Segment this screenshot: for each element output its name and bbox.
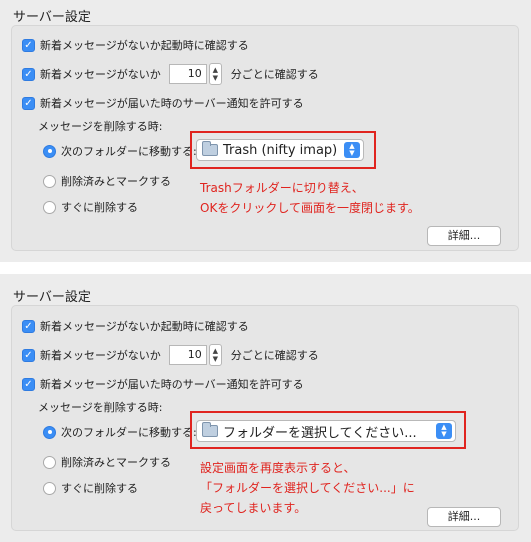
delete-heading: メッセージを削除する時: bbox=[38, 120, 163, 133]
radio-selected-icon[interactable] bbox=[43, 144, 56, 158]
radio-mark-label: 削除済みとマークする bbox=[61, 456, 171, 469]
panel-title: サーバー設定 bbox=[13, 10, 91, 25]
radio-move-row[interactable]: 次のフォルダーに移動する: bbox=[43, 143, 197, 159]
checkbox-checked-icon[interactable]: ✓ bbox=[22, 67, 35, 81]
radio-mark-row[interactable]: 削除済みとマークする bbox=[43, 454, 171, 470]
radio-unselected-icon[interactable] bbox=[43, 455, 56, 469]
notify-row[interactable]: ✓ 新着メッセージが届いた時のサーバー通知を許可する bbox=[22, 95, 304, 111]
radio-move-row[interactable]: 次のフォルダーに移動する: bbox=[43, 424, 197, 440]
highlight-box bbox=[190, 411, 466, 449]
radio-mark-row[interactable]: 削除済みとマークする bbox=[43, 173, 171, 189]
interval-minutes-input[interactable]: 10 bbox=[168, 64, 207, 84]
radio-mark-label: 削除済みとマークする bbox=[61, 175, 171, 188]
check-interval-suffix: 分ごとに確認する bbox=[230, 68, 319, 81]
interval-stepper[interactable]: ▲ ▼ bbox=[208, 344, 222, 366]
stepper-down-icon[interactable]: ▼ bbox=[213, 74, 218, 82]
note-line: OKをクリックして画面を一度閉じます。 bbox=[200, 201, 420, 215]
radio-selected-icon[interactable] bbox=[43, 425, 56, 439]
check-interval-row: ✓ 新着メッセージがないか 10 ▲ ▼ 分ごとに確認する bbox=[22, 63, 319, 85]
separator bbox=[0, 262, 531, 274]
radio-move-label: 次のフォルダーに移動する: bbox=[61, 426, 197, 439]
radio-delete-label: すぐに削除する bbox=[61, 201, 138, 214]
note-line: Trashフォルダーに切り替え、 bbox=[200, 181, 364, 195]
check-interval-prefix: 新着メッセージがないか bbox=[40, 68, 161, 81]
checkbox-checked-icon[interactable]: ✓ bbox=[22, 96, 35, 110]
highlight-box bbox=[190, 131, 376, 169]
check-startup-label: 新着メッセージがないか起動時に確認する bbox=[40, 320, 249, 333]
checkbox-checked-icon[interactable]: ✓ bbox=[22, 38, 35, 52]
interval-stepper[interactable]: ▲ ▼ bbox=[208, 63, 222, 85]
note-line: 戻ってしまいます。 bbox=[200, 501, 307, 515]
radio-move-label: 次のフォルダーに移動する: bbox=[61, 145, 197, 158]
annotation-note: Trashフォルダーに切り替え、 OKをクリックして画面を一度閉じます。 bbox=[200, 178, 420, 218]
check-interval-prefix: 新着メッセージがないか bbox=[40, 349, 161, 362]
notify-row[interactable]: ✓ 新着メッセージが届いた時のサーバー通知を許可する bbox=[22, 376, 304, 392]
note-line: 「フォルダーを選択してください...」に bbox=[200, 481, 415, 495]
check-startup-label: 新着メッセージがないか起動時に確認する bbox=[40, 39, 249, 52]
radio-unselected-icon[interactable] bbox=[43, 200, 56, 214]
notify-label: 新着メッセージが届いた時のサーバー通知を許可する bbox=[40, 378, 304, 391]
check-startup-row[interactable]: ✓ 新着メッセージがないか起動時に確認する bbox=[22, 318, 249, 334]
radio-delete-label: すぐに削除する bbox=[61, 482, 138, 495]
interval-minutes-input[interactable]: 10 bbox=[168, 345, 207, 365]
check-interval-row: ✓ 新着メッセージがないか 10 ▲ ▼ 分ごとに確認する bbox=[22, 344, 319, 366]
stepper-down-icon[interactable]: ▼ bbox=[213, 355, 218, 363]
note-line: 設定画面を再度表示すると、 bbox=[200, 461, 356, 475]
check-startup-row[interactable]: ✓ 新着メッセージがないか起動時に確認する bbox=[22, 37, 249, 53]
delete-heading: メッセージを削除する時: bbox=[38, 401, 163, 414]
radio-unselected-icon[interactable] bbox=[43, 174, 56, 188]
checkbox-checked-icon[interactable]: ✓ bbox=[22, 319, 35, 333]
detail-button[interactable]: 詳細... bbox=[427, 507, 501, 527]
radio-delete-row[interactable]: すぐに削除する bbox=[43, 480, 138, 496]
checkbox-checked-icon[interactable]: ✓ bbox=[22, 377, 35, 391]
server-settings-panel-1: サーバー設定 ✓ 新着メッセージがないか起動時に確認する ✓ 新着メッセージがな… bbox=[0, 0, 531, 258]
detail-button[interactable]: 詳細... bbox=[427, 226, 501, 246]
panel-title: サーバー設定 bbox=[13, 290, 91, 305]
annotation-note: 設定画面を再度表示すると、 「フォルダーを選択してください...」に 戻ってしま… bbox=[200, 458, 415, 518]
check-interval-suffix: 分ごとに確認する bbox=[230, 349, 319, 362]
stepper-up-icon[interactable]: ▲ bbox=[213, 347, 218, 355]
checkbox-checked-icon[interactable]: ✓ bbox=[22, 348, 35, 362]
server-settings-panel-2: サーバー設定 ✓ 新着メッセージがないか起動時に確認する ✓ 新着メッセージがな… bbox=[0, 278, 531, 542]
notify-label: 新着メッセージが届いた時のサーバー通知を許可する bbox=[40, 97, 304, 110]
radio-unselected-icon[interactable] bbox=[43, 481, 56, 495]
radio-delete-row[interactable]: すぐに削除する bbox=[43, 199, 138, 215]
stepper-up-icon[interactable]: ▲ bbox=[213, 66, 218, 74]
